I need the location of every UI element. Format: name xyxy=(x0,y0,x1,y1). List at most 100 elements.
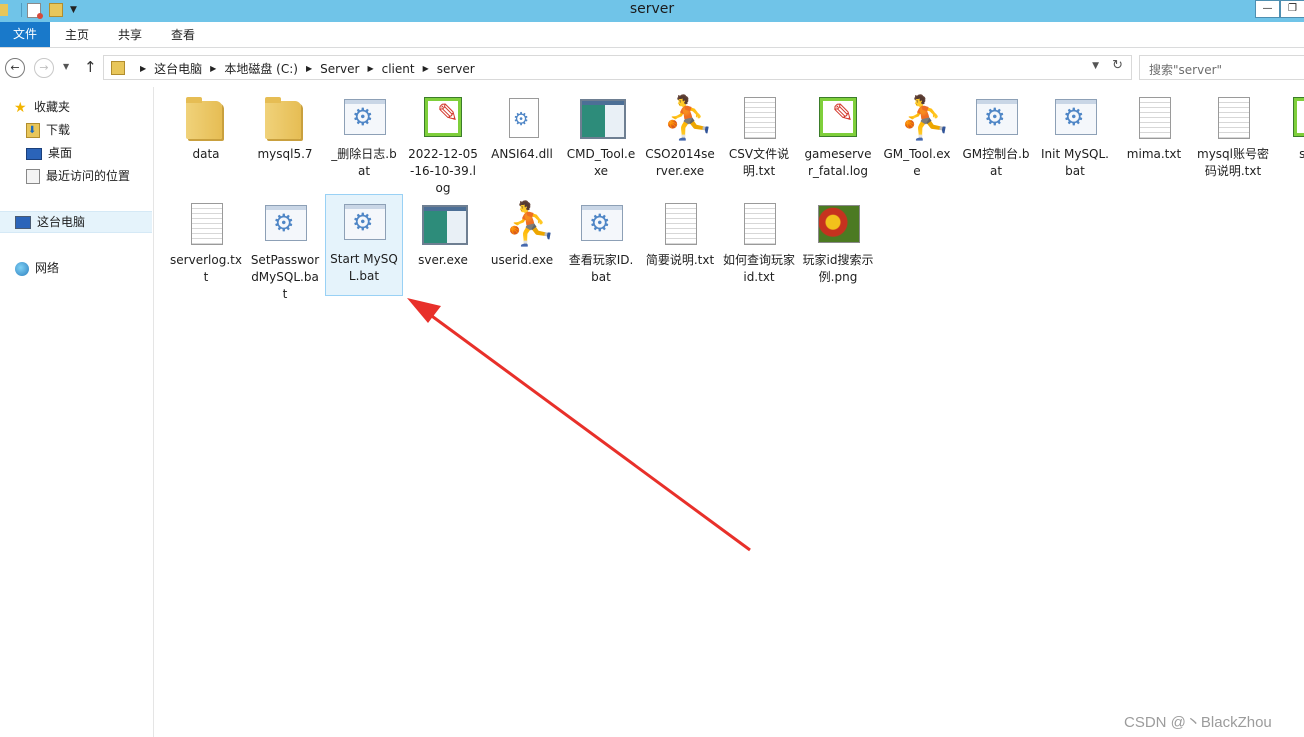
batch-file-icon xyxy=(340,200,388,248)
sidebar-item-label: 下载 xyxy=(46,123,71,137)
file-item[interactable]: userid.exe xyxy=(484,196,560,269)
batch-file-icon xyxy=(340,95,388,143)
up-button[interactable]: ↑ xyxy=(84,58,97,76)
file-item[interactable]: CMD_Tool.exe xyxy=(563,90,639,180)
file-name: serv xyxy=(1299,147,1304,161)
address-bar[interactable]: ▶ 这台电脑 ▶ 本地磁盘 (C:) ▶ Server ▶ client ▶ s… xyxy=(103,55,1132,80)
search-input[interactable]: 搜索"server" xyxy=(1139,55,1304,80)
watermark: CSDN @丶BlackZhou xyxy=(1124,714,1272,731)
file-name: gameserver_fatal.log xyxy=(804,147,872,178)
restore-button[interactable]: ❐ xyxy=(1280,0,1304,18)
recent-places-icon xyxy=(26,169,40,184)
breadcrumb-client[interactable]: client xyxy=(382,62,415,76)
file-name: mysql5.7 xyxy=(257,147,313,161)
image-file-icon xyxy=(814,201,862,249)
breadcrumb-this-pc[interactable]: 这台电脑 xyxy=(154,60,202,77)
sidebar-item-recent-places[interactable]: 最近访问的位置 xyxy=(26,166,130,186)
back-button[interactable]: ← xyxy=(5,58,25,78)
recent-locations-dropdown-icon[interactable]: ▼ xyxy=(63,62,69,71)
file-name: CSV文件说明.txt xyxy=(728,147,790,178)
forward-button[interactable]: → xyxy=(34,58,54,78)
file-item[interactable]: Start MySQL.bat xyxy=(325,194,403,296)
file-name: serverlog.txt xyxy=(170,253,242,284)
sidebar-item-desktop[interactable]: 桌面 xyxy=(26,143,72,163)
text-file-icon xyxy=(735,201,783,249)
text-file-icon xyxy=(1209,95,1257,143)
file-name: 2022-12-05-16-10-39.log xyxy=(408,147,478,195)
breadcrumb: ▶ 这台电脑 ▶ 本地磁盘 (C:) ▶ Server ▶ client ▶ s… xyxy=(132,60,475,77)
log-file-icon xyxy=(1288,95,1304,143)
breadcrumb-chevron-icon[interactable]: ▶ xyxy=(140,64,146,73)
file-name: mima.txt xyxy=(1126,147,1182,161)
counter-strike-icon xyxy=(498,199,556,249)
sidebar-item-label: 最近访问的位置 xyxy=(46,169,131,183)
tab-home[interactable]: 主页 xyxy=(65,22,89,47)
file-item[interactable]: mysql5.7 xyxy=(247,90,323,163)
window-title: server xyxy=(629,1,675,17)
tab-share[interactable]: 共享 xyxy=(118,22,142,47)
file-name: Start MySQL.bat xyxy=(330,252,398,283)
file-item[interactable]: CSV文件说明.txt xyxy=(721,90,797,180)
breadcrumb-server[interactable]: server xyxy=(437,62,475,76)
star-icon: ★ xyxy=(14,99,27,116)
text-file-icon xyxy=(182,201,230,249)
folder-icon xyxy=(261,95,309,143)
minimize-button[interactable]: — xyxy=(1255,0,1280,18)
file-item[interactable]: 简要说明.txt xyxy=(642,196,718,269)
file-name: CMD_Tool.exe xyxy=(566,147,636,178)
file-name: Init MySQL.bat xyxy=(1040,147,1109,178)
file-item[interactable]: 2022-12-05-16-10-39.log xyxy=(405,90,481,197)
file-name: 查看玩家ID.bat xyxy=(568,253,634,284)
file-item[interactable]: _删除日志.bat xyxy=(326,90,402,180)
folder-icon xyxy=(111,61,125,75)
file-item[interactable]: data xyxy=(168,90,244,163)
tab-view[interactable]: 查看 xyxy=(171,22,195,47)
file-item[interactable]: Init MySQL.bat xyxy=(1037,90,1113,180)
address-history-dropdown-icon[interactable]: ▼ xyxy=(1092,61,1099,71)
breadcrumb-chevron-icon[interactable]: ▶ xyxy=(423,64,429,73)
file-item[interactable]: GM控制台.bat xyxy=(958,90,1034,180)
breadcrumb-chevron-icon[interactable]: ▶ xyxy=(210,64,216,73)
application-icon xyxy=(419,201,468,249)
file-name: SetPasswordMySQL.bat xyxy=(250,253,320,301)
breadcrumb-local-disk[interactable]: 本地磁盘 (C:) xyxy=(224,60,298,77)
file-name: _删除日志.bat xyxy=(331,147,397,178)
breadcrumb-server-dir[interactable]: Server xyxy=(320,62,359,76)
sidebar-item-network[interactable]: 网络 xyxy=(15,258,59,278)
file-item[interactable]: mima.txt xyxy=(1116,90,1192,163)
file-name: 简要说明.txt xyxy=(645,253,715,267)
file-item[interactable]: CSO2014server.exe xyxy=(642,90,718,180)
sidebar-item-label: 收藏夹 xyxy=(34,100,71,114)
batch-file-icon xyxy=(577,201,625,249)
batch-file-icon xyxy=(972,95,1020,143)
sidebar-item-this-pc[interactable]: 这台电脑 xyxy=(0,211,152,233)
network-icon xyxy=(15,261,29,276)
file-item[interactable]: ANSI64.dll xyxy=(484,90,560,163)
title-bar: ▼ server — ❐ xyxy=(0,0,1304,22)
file-item[interactable]: serv xyxy=(1274,90,1304,163)
search-placeholder: 搜索"server" xyxy=(1149,63,1223,77)
file-item[interactable]: gameserver_fatal.log xyxy=(800,90,876,180)
file-item[interactable]: SetPasswordMySQL.bat xyxy=(247,196,323,303)
log-file-icon xyxy=(814,95,862,143)
file-item[interactable]: mysql账号密码说明.txt xyxy=(1195,90,1271,180)
file-item[interactable]: serverlog.txt xyxy=(168,196,244,286)
sidebar-item-downloads[interactable]: 下载 xyxy=(26,120,71,141)
file-name: GM_Tool.exe xyxy=(883,147,951,178)
refresh-icon[interactable]: ↻ xyxy=(1112,58,1123,73)
file-item[interactable]: GM_Tool.exe xyxy=(879,90,955,180)
file-item[interactable]: 查看玩家ID.bat xyxy=(563,196,639,286)
tab-file[interactable]: 文件 xyxy=(0,22,50,47)
breadcrumb-chevron-icon[interactable]: ▶ xyxy=(367,64,373,73)
file-item[interactable]: sver.exe xyxy=(405,196,481,269)
file-item[interactable]: 玩家id搜索示例.png xyxy=(800,196,876,286)
file-name: sver.exe xyxy=(418,253,468,267)
log-file-icon xyxy=(419,95,467,143)
sidebar-item-favorites[interactable]: ★ 收藏夹 xyxy=(14,97,70,117)
text-file-icon xyxy=(735,95,783,143)
file-list: data mysql5.7 _删除日志.bat 2022-12-05-16-10-39… xyxy=(168,90,1304,730)
file-item[interactable]: 如何查询玩家id.txt xyxy=(721,196,797,286)
file-name: 玩家id搜索示例.png xyxy=(802,253,874,284)
folder-icon xyxy=(182,95,230,143)
breadcrumb-chevron-icon[interactable]: ▶ xyxy=(306,64,312,73)
